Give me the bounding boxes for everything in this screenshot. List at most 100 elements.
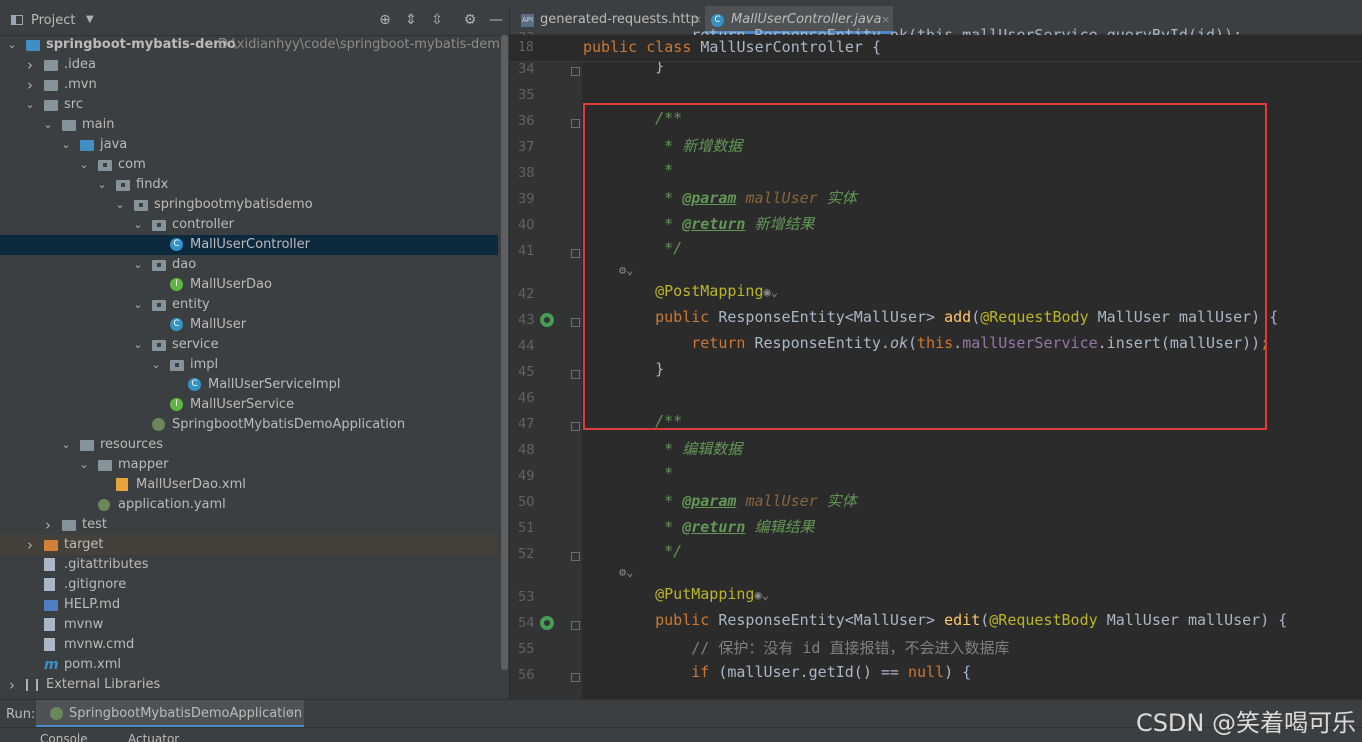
tree-item[interactable]: ⌄ entity — [0, 295, 498, 315]
code-line[interactable]: // 保护：没有 id 直接报错，不会进入数据库 — [619, 637, 1009, 658]
tree-item[interactable]: mvnw — [0, 615, 498, 635]
tree-item[interactable]: m pom.xml — [0, 655, 498, 675]
fold-marker-icon[interactable] — [571, 370, 580, 379]
code-line[interactable]: public ResponseEntity<MallUser> edit(@Re… — [619, 611, 1287, 629]
code-line[interactable]: return ResponseEntity.ok(this.mallUserSe… — [619, 334, 1269, 352]
fold-marker-icon[interactable] — [571, 673, 580, 682]
code-line[interactable]: @PutMapping◉⌄ — [619, 585, 769, 603]
tree-item[interactable]: ⌄ mapper — [0, 455, 498, 475]
hide-panel-icon[interactable]: — — [488, 12, 504, 28]
chevron-down-icon[interactable]: ⌄ — [132, 335, 144, 355]
project-panel-title[interactable]: Project — [31, 13, 75, 28]
code-area[interactable]: return ResponseEntity.ok(this.mallUserSe… — [582, 26, 1362, 699]
fold-marker-icon[interactable] — [571, 552, 580, 561]
tree-item[interactable]: ⌄ service — [0, 335, 498, 355]
project-scrollbar-thumb[interactable] — [501, 35, 508, 670]
tree-item[interactable]: › test — [0, 515, 498, 535]
tree-item[interactable]: C MallUserServiceImpl — [0, 375, 498, 395]
fold-marker-icon[interactable] — [571, 67, 580, 76]
tree-item[interactable]: C MallUserController — [0, 235, 498, 255]
chevron-right-icon[interactable]: › — [24, 75, 36, 95]
code-line[interactable]: * — [619, 464, 673, 482]
code-line[interactable]: /** — [619, 412, 682, 430]
gear-icon[interactable]: ⚙ — [462, 12, 478, 28]
chevron-down-icon[interactable]: ⌄ — [60, 135, 72, 155]
code-line[interactable]: * — [619, 161, 673, 179]
fold-marker-icon[interactable] — [571, 249, 580, 258]
tree-item[interactable]: I MallUserDao — [0, 275, 498, 295]
tree-item[interactable]: ⌄ dao — [0, 255, 498, 275]
tree-item[interactable]: › .idea — [0, 55, 498, 75]
code-line[interactable]: * @param mallUser 实体 — [619, 187, 857, 208]
tree-item[interactable]: ⌄ findx — [0, 175, 498, 195]
chevron-down-icon[interactable]: ⌄ — [132, 215, 144, 235]
chevron-right-icon[interactable]: › — [6, 675, 18, 695]
chevron-right-icon[interactable]: › — [42, 515, 54, 535]
tree-item[interactable]: ⌄ controller — [0, 215, 498, 235]
chevron-down-icon[interactable]: ⌄ — [24, 95, 36, 115]
project-view-icon[interactable] — [11, 15, 23, 25]
tree-item[interactable]: .gitattributes — [0, 555, 498, 575]
tree-item[interactable]: ⌄ springboot-mybatis-demo D:\xidianhyy\cod… — [0, 35, 508, 55]
tree-item[interactable]: mvnw.cmd — [0, 635, 498, 655]
code-line[interactable]: /** — [619, 109, 682, 127]
chevron-down-icon[interactable]: ⌄ — [78, 455, 90, 475]
tree-item[interactable]: ⌄ impl — [0, 355, 498, 375]
code-line[interactable]: */ — [619, 542, 682, 560]
code-line[interactable]: if (mallUser.getId() == null) { — [619, 663, 971, 681]
chevron-down-icon[interactable]: ⌄ — [78, 155, 90, 175]
chevron-down-icon[interactable]: ⌄ — [150, 355, 162, 375]
fold-marker-icon[interactable] — [571, 318, 580, 327]
collapse-all-icon[interactable]: ⇳ — [429, 12, 445, 28]
tree-item[interactable]: I MallUserService — [0, 395, 498, 415]
chevron-down-icon[interactable]: ⌄ — [114, 195, 126, 215]
code-line[interactable]: * @return 编辑结果 — [619, 516, 814, 537]
tree-item[interactable]: ⌄ main — [0, 115, 498, 135]
tree-item[interactable]: C MallUser — [0, 315, 498, 335]
tree-item[interactable]: MallUserDao.xml — [0, 475, 498, 495]
spring-endpoint-gutter-icon[interactable] — [540, 616, 554, 630]
fold-marker-icon[interactable] — [571, 422, 580, 431]
tree-item[interactable]: HELP.md — [0, 595, 498, 615]
chevron-right-icon[interactable]: › — [24, 535, 36, 555]
tree-item[interactable]: ⌄ com — [0, 155, 498, 175]
fold-marker-icon[interactable] — [571, 621, 580, 630]
web-endpoint-icon[interactable]: ◉⌄ — [764, 285, 778, 299]
tree-item[interactable]: › .mvn — [0, 75, 498, 95]
chevron-down-icon[interactable]: ⌄ — [96, 175, 108, 195]
tree-item[interactable]: ⌄ resources — [0, 435, 498, 455]
code-line[interactable]: */ — [619, 239, 682, 257]
code-line[interactable]: * @param mallUser 实体 — [619, 490, 857, 511]
tree-item[interactable]: ⌄ springbootmybatisdemo — [0, 195, 498, 215]
code-line[interactable]: * 新增数据 — [619, 135, 742, 156]
close-icon[interactable]: × — [286, 706, 295, 719]
expand-all-icon[interactable]: ⇕ — [403, 12, 419, 28]
web-endpoint-icon[interactable]: ◉⌄ — [754, 588, 768, 602]
tree-item[interactable]: ⌄ java — [0, 135, 498, 155]
chevron-down-icon[interactable]: ⌄ — [42, 115, 54, 135]
tree-item[interactable]: application.yaml — [0, 495, 498, 515]
code-line[interactable]: public ResponseEntity<MallUser> add(@Req… — [619, 308, 1278, 326]
tree-item[interactable]: › External Libraries — [0, 675, 498, 695]
tree-item[interactable]: ⌄ src — [0, 95, 498, 115]
spring-endpoint-gutter-icon[interactable] — [540, 313, 554, 327]
sticky-class-header[interactable]: 18 public class MallUserController { — [510, 35, 1362, 62]
chevron-down-icon[interactable]: ▼ — [86, 14, 94, 25]
chevron-right-icon[interactable]: › — [24, 55, 36, 75]
tree-item[interactable]: › target — [0, 535, 498, 555]
code-line[interactable]: @PostMapping◉⌄ — [619, 282, 778, 300]
code-line[interactable]: * @return 新增结果 — [619, 213, 814, 234]
run-configuration-tab[interactable]: SpringbootMybatisDemoApplication × — [36, 700, 304, 728]
inlay-hint-icon[interactable]: ⚙⌄ — [619, 263, 633, 277]
locate-file-icon[interactable]: ⊕ — [377, 12, 393, 28]
inlay-hint-icon[interactable]: ⚙⌄ — [619, 565, 633, 579]
tree-item[interactable]: .gitignore — [0, 575, 498, 595]
chevron-down-icon[interactable]: ⌄ — [132, 295, 144, 315]
fold-marker-icon[interactable] — [571, 119, 580, 128]
tree-item[interactable]: SpringbootMybatisDemoApplication — [0, 415, 498, 435]
code-line[interactable]: * 编辑数据 — [619, 438, 742, 459]
chevron-down-icon[interactable]: ⌄ — [132, 255, 144, 275]
editor-gutter[interactable]: 3334353637383940414243444546474849505152… — [510, 31, 582, 699]
code-line[interactable]: } — [619, 360, 664, 378]
chevron-down-icon[interactable]: ⌄ — [6, 35, 18, 55]
